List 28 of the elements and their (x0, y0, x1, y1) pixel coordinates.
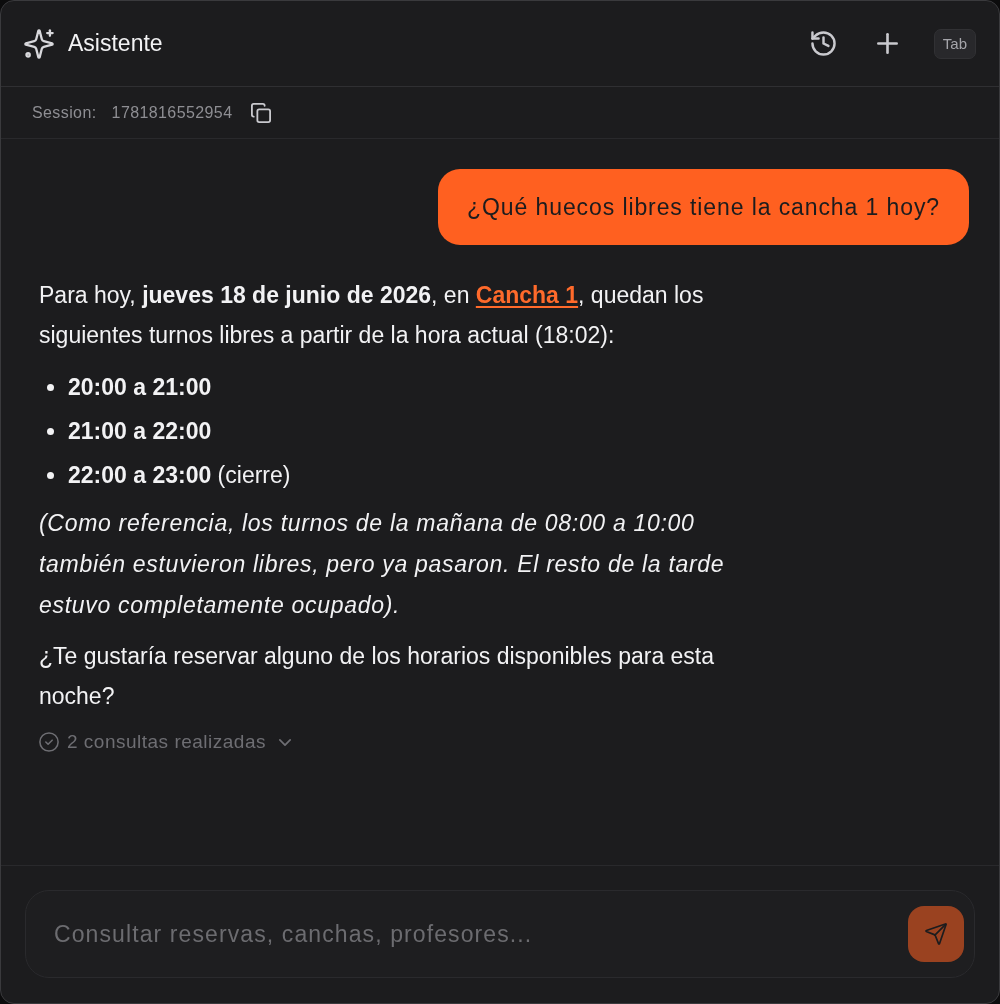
message-paragraph: Para hoy, jueves 18 de junio de 2026, en Cancha 1, quedan los siguientes turnos libres a partir de la hora actual (18:02): (39, 281, 705, 350)
panel-title: Asistente (68, 30, 164, 57)
message-paragraph: ¿Te gustaría reservar alguno de los horarios disponibles para esta noche? (39, 642, 716, 711)
plus-icon (876, 33, 898, 54)
bullet-icon (47, 427, 54, 435)
check-circle-icon (39, 732, 59, 752)
history-button[interactable] (809, 30, 837, 57)
shortcut-badge: Tab (933, 28, 976, 59)
message-input-field[interactable]: Consultar reservas, canchas, profesores... (54, 914, 908, 954)
copy-icon (251, 102, 272, 123)
tool-calls-toggle[interactable]: 2 consultas realizadas (39, 730, 291, 754)
session-label: Session: (32, 103, 97, 122)
bullet-icon (47, 383, 54, 391)
bullet-icon (47, 471, 54, 479)
time-slot-text: 22:00 a 23:00 (cierre) (68, 461, 291, 490)
note-paragraph: (Como referencia, los turnos de la mañana de 08:00 a 10:00 también estuvieron libres, pero ya pasaron. El resto de la tarde estuvo completamente ocupado). (39, 509, 726, 620)
time-slot-text: 20:00 a 21:00 (68, 373, 212, 402)
send-icon (925, 923, 947, 945)
sparkle-icon (24, 28, 54, 59)
session-id: 1781816552954 (111, 103, 233, 122)
user-message-bubble: ¿Qué huecos libres tiene la cancha 1 hoy? (438, 169, 969, 245)
history-icon (809, 30, 837, 57)
message-input-box[interactable]: Consultar reservas, canchas, profesores... (25, 890, 975, 978)
court-link[interactable]: Cancha 1 (475, 282, 579, 308)
copy-button[interactable] (251, 102, 272, 123)
chevron-down-icon (279, 738, 291, 746)
new-chat-button[interactable] (876, 33, 898, 54)
time-slot-text: 21:00 a 22:00 (68, 417, 212, 446)
